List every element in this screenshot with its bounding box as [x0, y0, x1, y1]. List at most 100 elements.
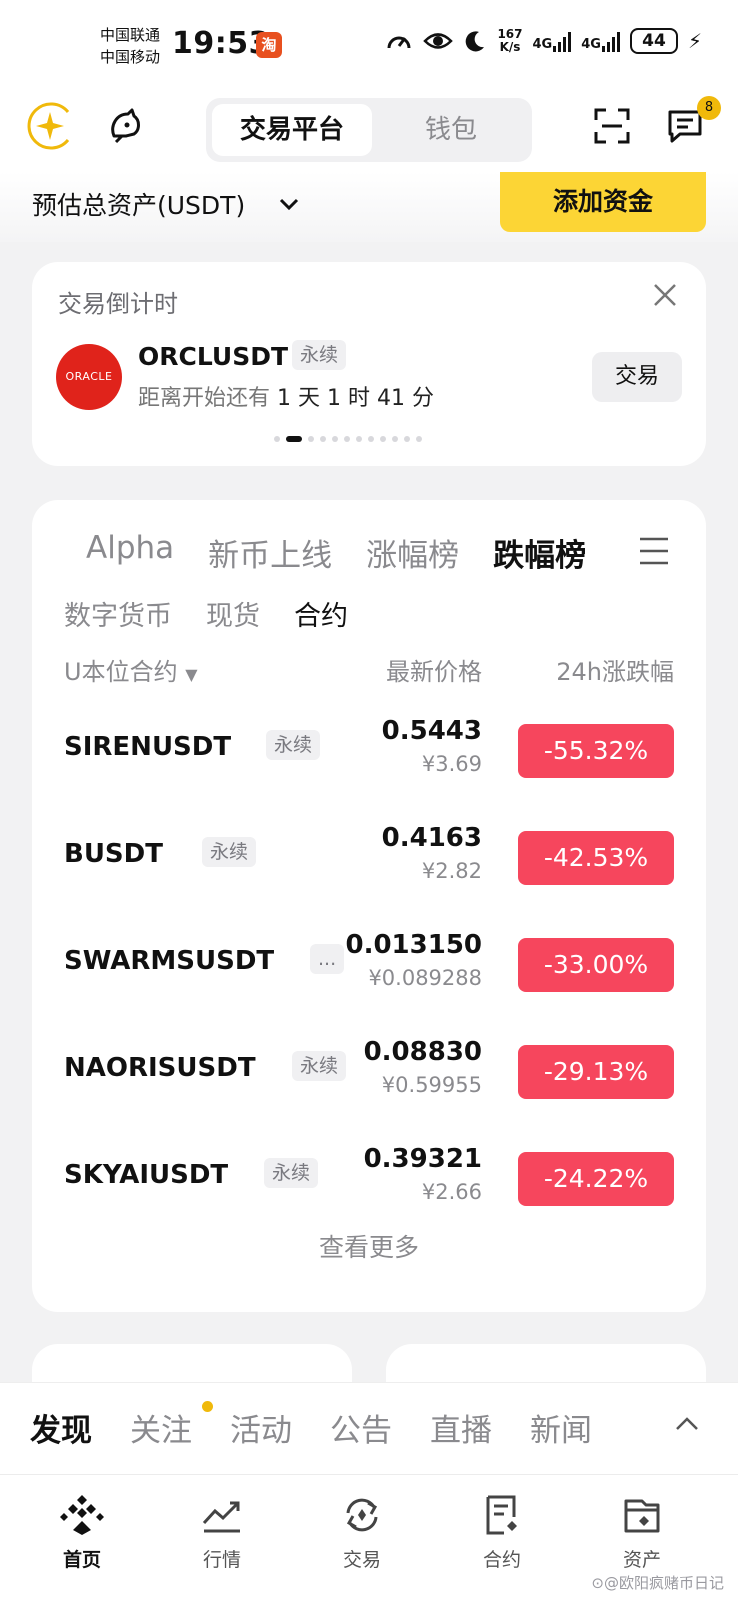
feed-tab[interactable]: 发现 [30, 1405, 92, 1450]
row-change-badge[interactable]: -33.00% [518, 938, 674, 992]
countdown-hours-unit: 时 [348, 386, 371, 411]
watermark-logo-icon: ⊙@ [591, 1574, 619, 1592]
chevron-up-icon[interactable] [672, 1409, 702, 1439]
close-icon[interactable] [652, 282, 678, 308]
countdown-symbol: ORCLUSDT [138, 342, 288, 371]
nav-home[interactable]: 首页 [22, 1493, 142, 1572]
charging-icon: ⚡ [687, 29, 702, 53]
market-type-tab[interactable]: 数字货币 [64, 594, 172, 633]
ranking-tab[interactable]: Alpha [86, 530, 174, 575]
markets-icon [202, 1501, 240, 1533]
binance-sparkle-logo-icon[interactable] [24, 100, 76, 152]
carousel-dot[interactable] [416, 436, 422, 442]
carrier-1: 中国联通 [100, 26, 161, 44]
feed-tab[interactable]: 直播 [430, 1405, 492, 1450]
pair-column-header[interactable]: U本位合约 ▼ [64, 652, 198, 687]
carrier-2: 中国移动 [100, 48, 161, 66]
scan-icon[interactable] [594, 108, 630, 144]
tab-wallet[interactable]: 钱包 [376, 104, 526, 156]
carousel-indicator[interactable] [274, 436, 422, 442]
feed-tab-bar: 发现 关注 活动 公告 直播 新闻 [0, 1382, 738, 1474]
row-cny-price: ¥2.66 [421, 1180, 482, 1204]
countdown-trade-button[interactable]: 交易 [592, 352, 682, 402]
home-icon [60, 1495, 104, 1535]
top-navigation: 交易平台 钱包 8 [0, 92, 738, 172]
table-row[interactable]: SKYAIUSDT 永续 0.39321 ¥2.66 -24.22% [32, 1132, 706, 1239]
signal-1-bars-icon [553, 30, 572, 52]
row-tag: 永续 [292, 1051, 347, 1081]
platform-wallet-switch: 交易平台 钱包 [206, 98, 532, 162]
table-row[interactable]: NAORISUSDT 永续 0.08830 ¥0.59955 -29.13% [32, 1025, 706, 1132]
carousel-dot[interactable] [392, 436, 398, 442]
network-speed: 167 K/s [497, 28, 522, 54]
estimated-assets-label[interactable]: 预估总资产(USDT) [32, 186, 245, 222]
speedometer-icon [387, 36, 411, 49]
rankings-list: SIRENUSDT 永续 0.5443 ¥3.69 -55.32% BUSDT 永续 0.41… [32, 704, 706, 1239]
carousel-dot[interactable] [320, 436, 326, 442]
feed-tab[interactable]: 关注 [130, 1405, 192, 1450]
ranking-tab[interactable]: 跌幅榜 [493, 530, 586, 575]
countdown-hours: 1 [327, 386, 342, 411]
feed-tabs: 发现 关注 活动 公告 直播 新闻 [30, 1405, 592, 1450]
change-column-header: 24h涨跌幅 [556, 658, 674, 686]
row-symbol: NAORISUSDT [64, 1053, 256, 1083]
feed-tab[interactable]: 新闻 [530, 1405, 592, 1450]
nav-trade[interactable]: 交易 [302, 1493, 422, 1572]
carousel-dot[interactable] [404, 436, 410, 442]
carousel-dot[interactable] [332, 436, 338, 442]
ranking-tab[interactable]: 新币上线 [208, 530, 332, 575]
carousel-dot[interactable] [344, 436, 350, 442]
market-type-tab[interactable]: 合约 [294, 594, 348, 633]
signal-2-bars-icon [601, 30, 620, 52]
table-row[interactable]: BUSDT 永续 0.4163 ¥2.82 -42.53% [32, 811, 706, 918]
row-tag: 永续 [202, 837, 257, 867]
carousel-dot[interactable] [286, 436, 302, 442]
row-change-badge[interactable]: -29.13% [518, 1045, 674, 1099]
row-cny-price: ¥2.82 [421, 859, 482, 883]
carousel-dot[interactable] [380, 436, 386, 442]
row-price: 0.5443 [381, 716, 482, 746]
countdown-minutes-unit: 分 [412, 386, 435, 411]
nav-markets[interactable]: 行情 [162, 1493, 282, 1572]
status-bar: 中国联通 中国移动 19:53 淘 167 K/s 4G 4G 44 ⚡ [0, 0, 738, 92]
countdown-minutes: 41 [377, 386, 406, 411]
row-cny-price: ¥0.089288 [368, 966, 482, 990]
signal-1-label: 4G [532, 37, 553, 52]
row-symbol: SKYAIUSDT [64, 1160, 229, 1190]
row-price: 0.013150 [345, 930, 482, 960]
status-icons: 167 K/s 4G 4G 44 ⚡ [385, 28, 702, 54]
carousel-dot[interactable] [356, 436, 362, 442]
tab-trading-platform[interactable]: 交易平台 [212, 104, 372, 156]
menu-icon[interactable] [638, 536, 670, 566]
ranking-tabs: Alpha 新币上线 涨幅榜 跌幅榜 [86, 530, 586, 575]
row-change-badge[interactable]: -55.32% [518, 724, 674, 778]
taobao-app-icon: 淘 [256, 32, 282, 58]
feed-tab[interactable]: 公告 [330, 1405, 392, 1450]
market-type-tab[interactable]: 现货 [206, 594, 260, 633]
view-more-link[interactable]: 查看更多 [32, 1228, 706, 1264]
pair-column-label: U本位合约 [64, 658, 178, 686]
cat-mascot-icon[interactable] [106, 106, 146, 146]
table-row[interactable]: SIRENUSDT 永续 0.5443 ¥3.69 -55.32% [32, 704, 706, 811]
carousel-dot[interactable] [274, 436, 280, 442]
nav-futures[interactable]: 合约 [442, 1493, 562, 1572]
carrier-info: 中国联通 中国移动 [100, 24, 160, 68]
trade-icon [346, 1498, 378, 1532]
assets-summary: 预估总资产(USDT) 添加资金 [0, 172, 738, 242]
row-change-badge[interactable]: -42.53% [518, 831, 674, 885]
feed-tab[interactable]: 活动 [230, 1405, 292, 1450]
futures-icon [486, 1495, 517, 1535]
row-tag: 永续 [264, 1158, 319, 1188]
nav-trade-label: 交易 [342, 1549, 381, 1571]
countdown-prefix: 距离开始还有 [138, 386, 271, 411]
carousel-dot[interactable] [308, 436, 314, 442]
table-row[interactable]: SWARMSUSDT... 0.013150 ¥0.089288 -33.00% [32, 918, 706, 1025]
add-funds-button[interactable]: 添加资金 [500, 172, 706, 232]
ranking-tab[interactable]: 涨幅榜 [366, 530, 459, 575]
nav-assets[interactable]: 资产 [582, 1493, 702, 1572]
row-change-badge[interactable]: -24.22% [518, 1152, 674, 1206]
carousel-dot[interactable] [368, 436, 374, 442]
chevron-down-icon[interactable] [278, 184, 300, 224]
countdown-title: 交易倒计时 [58, 290, 178, 318]
signal-2-label: 4G [581, 37, 601, 52]
